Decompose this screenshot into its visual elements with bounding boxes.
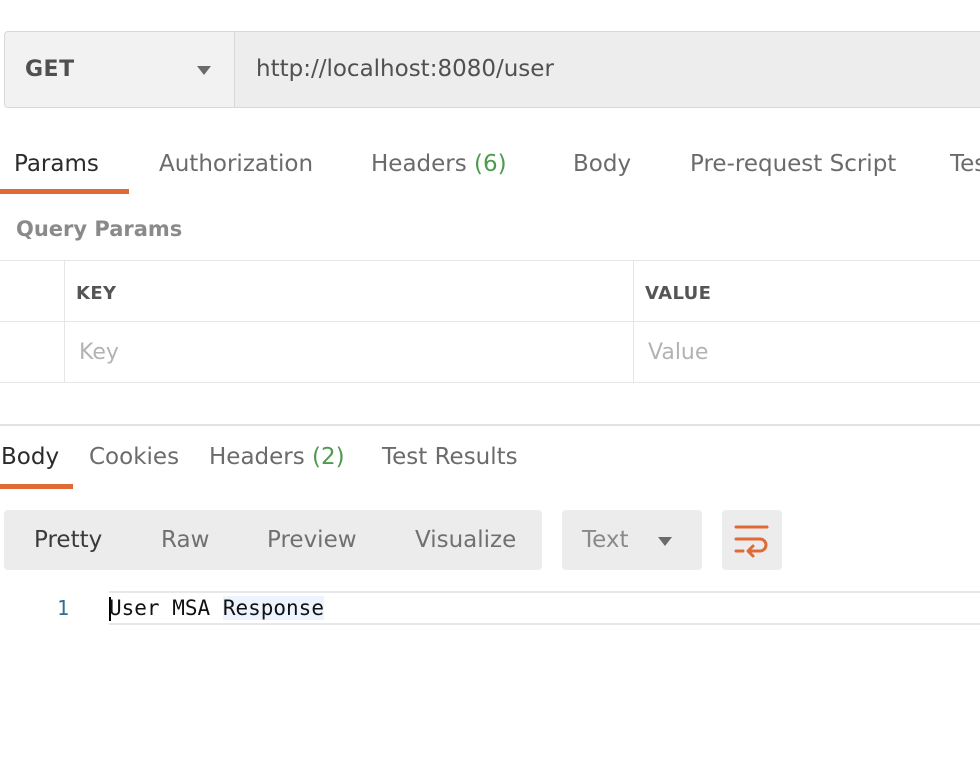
- url-input[interactable]: http://localhost:8080/user: [256, 56, 554, 82]
- response-word: User: [109, 596, 160, 620]
- key-column-header: KEY: [76, 283, 117, 304]
- tab-tests[interactable]: Tes: [950, 151, 980, 177]
- tab-body[interactable]: Body: [573, 151, 631, 177]
- key-input[interactable]: Key: [79, 340, 119, 365]
- visualize-button[interactable]: Visualize: [415, 527, 516, 553]
- tab-label: Headers: [371, 151, 467, 177]
- request-tabs: Params Authorization Headers (6) Body Pr…: [0, 138, 980, 198]
- value-column-header: VALUE: [645, 283, 712, 304]
- response-text: User MSA Response: [109, 596, 324, 620]
- tab-label: Body: [1, 444, 60, 470]
- row-divider: [0, 321, 980, 322]
- response-headers-count: (2): [312, 444, 345, 470]
- tab-label: Authorization: [159, 151, 314, 177]
- raw-button[interactable]: Raw: [161, 527, 209, 553]
- response-word: Response: [222, 596, 324, 620]
- preview-button[interactable]: Preview: [267, 527, 357, 553]
- tab-cookies[interactable]: Cookies: [89, 444, 179, 470]
- response-word: MSA: [172, 596, 211, 620]
- response-tabs: Body Cookies Headers (2) Test Results: [0, 432, 980, 492]
- tab-response-headers[interactable]: Headers (2): [209, 444, 345, 470]
- chevron-down-icon: [658, 537, 672, 546]
- headers-count: (6): [474, 151, 507, 177]
- tab-label: Params: [14, 151, 99, 177]
- request-bar: GET http://localhost:8080/user: [4, 31, 980, 108]
- tab-label: Test Results: [382, 444, 518, 470]
- method-select[interactable]: GET: [5, 32, 235, 107]
- active-response-tab-indicator: [0, 484, 73, 489]
- column-divider: [64, 261, 65, 383]
- word-wrap-icon: [734, 525, 769, 558]
- chevron-down-icon: [197, 66, 211, 75]
- wrap-lines-button[interactable]: [722, 510, 782, 570]
- tab-label: Body: [573, 151, 632, 177]
- tab-label: Tes: [950, 151, 980, 177]
- tab-label: Pre-request Script: [690, 151, 897, 177]
- tab-label: Headers: [209, 444, 305, 470]
- postman-request-view: GET http://localhost:8080/user Params Au…: [0, 0, 980, 776]
- tab-headers[interactable]: Headers (6): [371, 151, 507, 177]
- response-type-label: Text: [582, 527, 629, 553]
- response-type-select[interactable]: Text: [562, 510, 702, 570]
- tab-authorization[interactable]: Authorization: [159, 151, 313, 177]
- tab-pre-request-script[interactable]: Pre-request Script: [690, 151, 896, 177]
- active-tab-indicator: [0, 189, 129, 194]
- format-toolbar: Pretty Raw Preview Visualize: [4, 510, 542, 570]
- pretty-button[interactable]: Pretty: [34, 527, 102, 553]
- column-divider: [633, 261, 634, 383]
- tab-response-body[interactable]: Body: [1, 444, 59, 470]
- query-params-title: Query Params: [16, 217, 183, 241]
- response-divider[interactable]: [0, 424, 980, 426]
- tab-params[interactable]: Params: [14, 151, 99, 177]
- value-input[interactable]: Value: [648, 340, 708, 365]
- line-number: 1: [57, 596, 70, 620]
- params-table: KEY VALUE Key Value: [0, 260, 980, 383]
- method-label: GET: [25, 57, 75, 82]
- tab-label: Cookies: [89, 444, 180, 470]
- tab-test-results[interactable]: Test Results: [382, 444, 518, 470]
- response-code-line[interactable]: User MSA Response: [109, 591, 980, 625]
